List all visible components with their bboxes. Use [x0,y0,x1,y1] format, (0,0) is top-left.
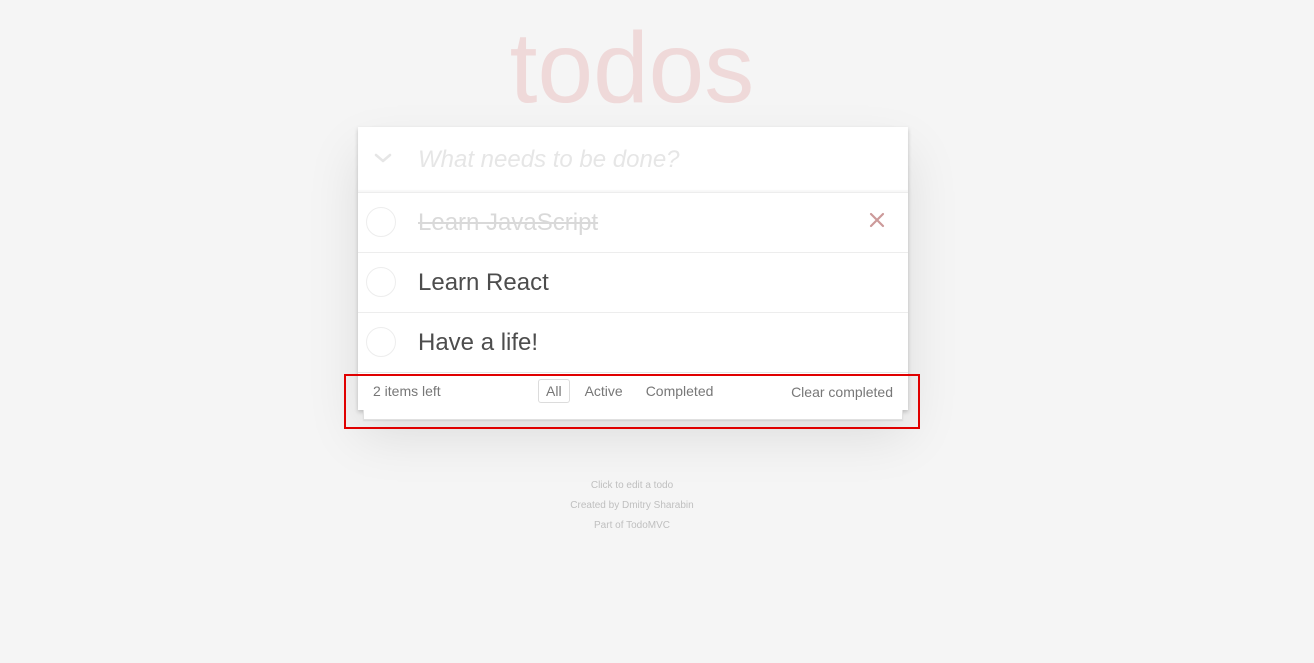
todo-footer: 2 items left All Active Completed Clear … [358,372,908,420]
info-todomvc[interactable]: Part of TodoMVC [0,516,1264,536]
clear-completed-button[interactable]: Clear completed [791,373,893,411]
close-icon[interactable] [866,209,888,231]
todo-item: Learn JavaScript [358,193,908,253]
todo-toggle-checkbox[interactable] [366,327,396,357]
todo-item: Learn React [358,253,908,313]
info-footer: Click to edit a todo Created by Dmitry S… [0,476,1264,536]
info-edit-hint: Click to edit a todo [590,480,674,491]
todo-item: Have a life! [358,313,908,372]
filter-item: Active [577,379,631,403]
todo-toggle-checkbox[interactable] [366,207,396,237]
todo-header [358,127,908,193]
filter-item: Completed [638,379,722,403]
filter-all-link[interactable]: All [538,379,570,403]
filter-item: All [538,379,570,403]
info-author: Created by Dmitry Sharabin [570,500,694,511]
todo-label[interactable]: Learn JavaScript [418,193,598,252]
chevron-down-icon[interactable] [372,147,394,169]
todo-label[interactable]: Learn React [418,253,549,312]
todo-app: Learn JavaScript Learn React Have a life… [358,127,908,420]
filters: All Active Completed [538,379,721,403]
items-left-count: 2 items left [373,383,441,399]
todo-toggle-checkbox[interactable] [366,267,396,297]
stacked-paper-edge [363,410,903,420]
app-title: todos [509,12,755,124]
todo-list: Learn JavaScript Learn React Have a life… [358,193,908,372]
new-todo-input[interactable] [418,127,888,192]
todo-label[interactable]: Have a life! [418,313,538,372]
filter-completed-link[interactable]: Completed [638,379,722,403]
filter-active-link[interactable]: Active [577,379,631,403]
